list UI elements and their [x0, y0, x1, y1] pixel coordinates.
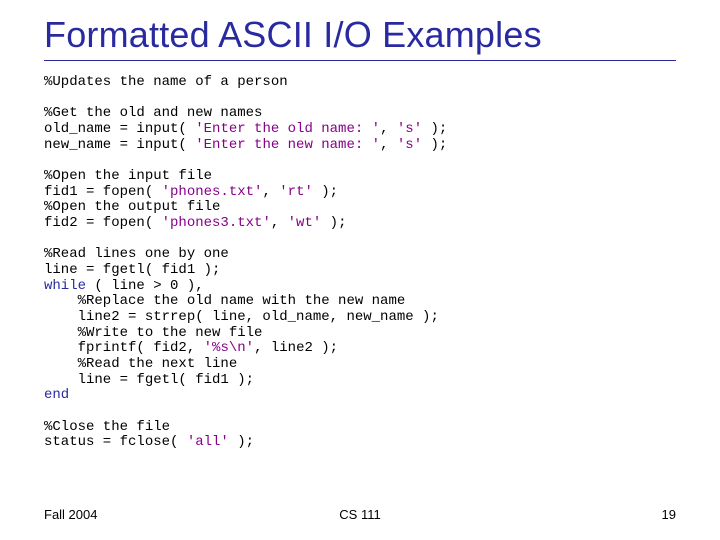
code-text: status = fclose( — [44, 434, 187, 450]
code-string: 'Enter the new name: ' — [195, 137, 380, 153]
code-string: 'rt' — [279, 184, 313, 200]
code-text: , — [262, 184, 279, 200]
code-text: fid1 = fopen( — [44, 184, 162, 200]
code-text: , — [271, 215, 288, 231]
code-string: 'wt' — [288, 215, 322, 231]
code-string: 's' — [397, 137, 422, 153]
code-comment: %Write to the new file — [44, 325, 262, 341]
code-string: 'phones.txt' — [162, 184, 263, 200]
code-text: fprintf( fid2, — [44, 340, 204, 356]
code-comment: %Close the file — [44, 419, 170, 435]
code-text: fid2 = fopen( — [44, 215, 162, 231]
code-block: %Updates the name of a person %Get the o… — [44, 75, 676, 451]
code-keyword: end — [44, 387, 69, 403]
code-text: ); — [229, 434, 254, 450]
code-text: , line2 ); — [254, 340, 338, 356]
code-comment: %Open the input file — [44, 168, 212, 184]
code-text: ); — [313, 184, 338, 200]
code-text: ); — [422, 137, 447, 153]
slide: Formatted ASCII I/O Examples %Updates th… — [0, 0, 720, 540]
code-comment: %Open the output file — [44, 199, 220, 215]
code-text: line2 = strrep( line, old_name, new_name… — [44, 309, 439, 325]
code-string: 's' — [397, 121, 422, 137]
code-string: 'Enter the old name: ' — [195, 121, 380, 137]
code-comment: %Read the next line — [44, 356, 237, 372]
code-text: , — [380, 121, 397, 137]
code-string: '%s\n' — [204, 340, 254, 356]
code-text: new_name = input( — [44, 137, 195, 153]
code-text: old_name = input( — [44, 121, 195, 137]
title-underline — [44, 60, 676, 61]
code-string: 'phones3.txt' — [162, 215, 271, 231]
code-text: ( line > 0 ), — [86, 278, 204, 294]
code-text: line = fgetl( fid1 ); — [44, 262, 220, 278]
footer: Fall 2004 CS 111 19 — [44, 507, 676, 522]
code-comment: %Read lines one by one — [44, 246, 229, 262]
footer-center: CS 111 — [44, 507, 676, 522]
slide-title: Formatted ASCII I/O Examples — [44, 14, 676, 56]
code-comment: %Replace the old name with the new name — [44, 293, 405, 309]
code-string: 'all' — [187, 434, 229, 450]
code-text: , — [380, 137, 397, 153]
code-comment: %Updates the name of a person — [44, 74, 288, 90]
code-comment: %Get the old and new names — [44, 105, 262, 121]
code-keyword: while — [44, 278, 86, 294]
code-text: line = fgetl( fid1 ); — [44, 372, 254, 388]
code-text: ); — [321, 215, 346, 231]
code-text: ); — [422, 121, 447, 137]
